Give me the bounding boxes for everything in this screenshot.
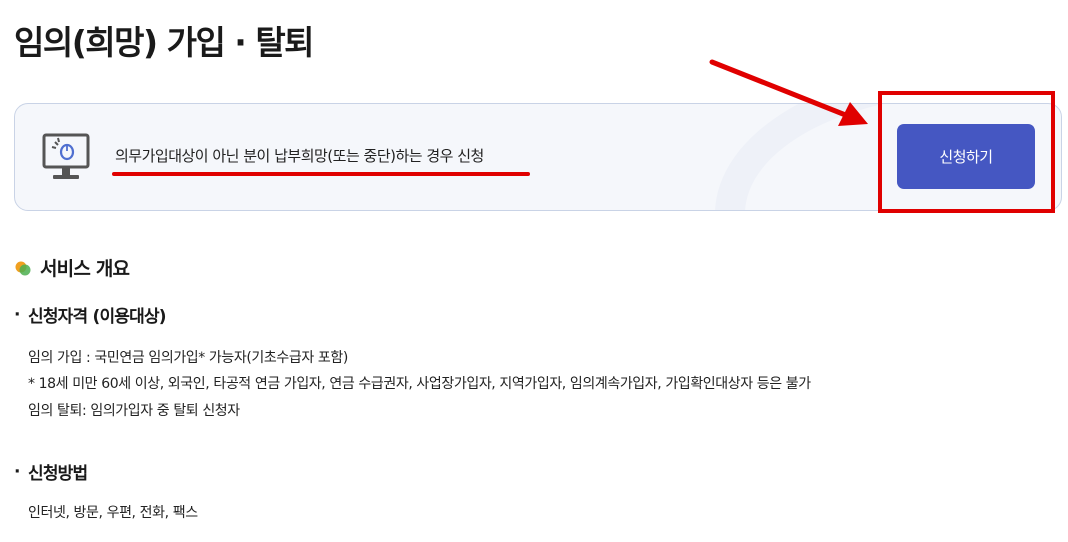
eligibility-title: 신청자격 (이용대상) <box>28 307 167 327</box>
service-overview-heading: 서비스 개요 <box>14 254 130 281</box>
eligibility-heading: · 신청자격 (이용대상) <box>14 302 167 328</box>
red-underline-annotation <box>112 172 530 176</box>
eligibility-line: * 18세 미만 60세 이상, 외국인, 타공적 연금 가입자, 연금 수급권… <box>28 376 811 392</box>
red-highlight-box <box>878 91 1055 213</box>
bullet: · <box>14 461 20 482</box>
service-overview-title: 서비스 개요 <box>40 258 130 280</box>
method-title: 신청방법 <box>28 464 88 484</box>
eligibility-line: 임의 탈퇴: 임의가입자 중 탈퇴 신청자 <box>28 403 240 419</box>
banner-description: 의무가입대상이 아닌 분이 납부희망(또는 중단)하는 경우 신청 <box>115 147 484 165</box>
monitor-click-icon <box>42 133 90 179</box>
page-title: 임의(희망) 가입 · 탈퇴 <box>14 23 315 62</box>
method-line: 인터넷, 방문, 우편, 전화, 팩스 <box>28 505 198 521</box>
method-heading: · 신청방법 <box>14 459 88 485</box>
eligibility-line: 임의 가입 : 국민연금 임의가입* 가능자(기초수급자 포함) <box>28 350 348 366</box>
red-arrow-annotation <box>709 59 868 126</box>
overlap-dots-icon <box>15 261 31 275</box>
bullet: · <box>14 304 20 325</box>
